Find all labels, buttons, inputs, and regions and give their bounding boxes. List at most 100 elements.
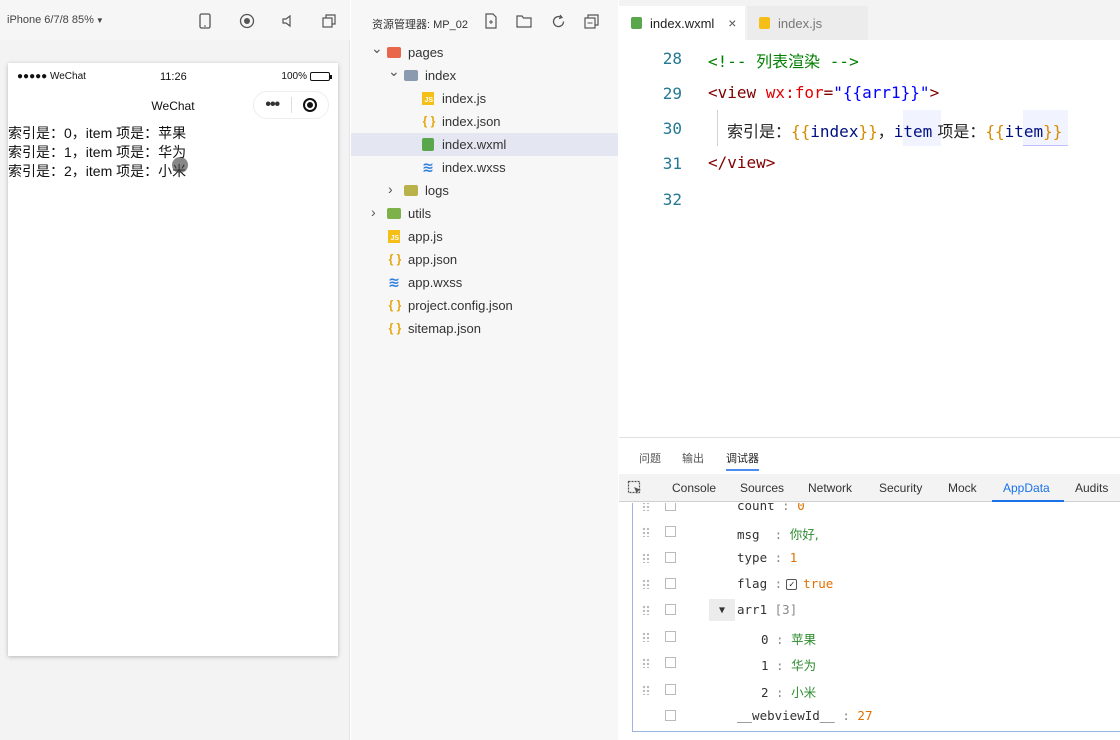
data-value[interactable]: 1 bbox=[790, 550, 798, 565]
data-value[interactable]: 27 bbox=[857, 708, 872, 723]
drag-handle-icon[interactable] bbox=[642, 632, 650, 642]
row-checkbox[interactable] bbox=[665, 657, 676, 668]
tab-network[interactable]: Network bbox=[808, 481, 852, 495]
row-checkbox[interactable] bbox=[665, 710, 676, 721]
tree-item-label: pages bbox=[408, 45, 444, 60]
array-length: [3] bbox=[774, 602, 798, 617]
drag-handle-icon[interactable] bbox=[642, 605, 650, 615]
tab-mock[interactable]: Mock bbox=[948, 481, 977, 495]
status-carrier: ●●●●● WeChat bbox=[17, 71, 86, 82]
drag-handle-icon[interactable] bbox=[642, 527, 650, 537]
js-file-icon bbox=[759, 17, 770, 29]
multi-window-icon[interactable] bbox=[320, 12, 338, 30]
chevron-right-icon[interactable]: › bbox=[388, 181, 398, 197]
tab-debugger[interactable]: 调试器 bbox=[726, 450, 759, 471]
row-checkbox[interactable] bbox=[665, 684, 676, 695]
code-line: 32 bbox=[619, 181, 1120, 217]
chevron-down-icon[interactable]: ⌄ bbox=[388, 63, 400, 80]
data-row-count: count : 0 bbox=[633, 503, 1120, 519]
drag-handle-icon[interactable] bbox=[642, 658, 650, 668]
explorer-header: 资源管理器: MP_02 bbox=[351, 0, 618, 40]
tree-item-label: app.json bbox=[408, 252, 458, 267]
row-checkbox[interactable] bbox=[665, 526, 676, 537]
data-key: count bbox=[737, 503, 775, 513]
json-file-icon: { } bbox=[388, 298, 402, 312]
data-value[interactable]: 你好, bbox=[790, 527, 819, 542]
line-number: 31 bbox=[662, 154, 682, 173]
tree-item-logs[interactable]: › logs bbox=[351, 179, 618, 202]
tree-item-label: sitemap.json bbox=[408, 321, 481, 336]
tree-item-label: index.js bbox=[442, 91, 487, 106]
data-row-arr-item: 1 : 华为 bbox=[633, 650, 1120, 676]
row-checkbox[interactable] bbox=[665, 503, 676, 511]
tab-console[interactable]: Console bbox=[672, 481, 716, 495]
data-key: __webviewId__ bbox=[737, 708, 835, 723]
tree-item-index-json[interactable]: { } index.json bbox=[351, 110, 618, 133]
devtools-tabs: Console Sources Network Security Mock Ap… bbox=[619, 474, 1120, 502]
wxss-file-icon: ≋ bbox=[388, 273, 400, 290]
tree-item-sitemap-json[interactable]: { } sitemap.json bbox=[351, 317, 618, 340]
device-selector[interactable]: iPhone 6/7/8 85% ▼ bbox=[7, 14, 104, 26]
tree-item-pages[interactable]: ⌄ pages bbox=[351, 40, 618, 64]
new-file-icon[interactable] bbox=[482, 12, 500, 30]
row-checkbox[interactable] bbox=[665, 578, 676, 589]
code-comment: <!-- 列表渲染 --> bbox=[708, 52, 859, 71]
data-value[interactable]: 华为 bbox=[791, 658, 816, 673]
row-checkbox[interactable] bbox=[665, 552, 676, 563]
tree-item-index-wxss[interactable]: ≋ index.wxss bbox=[351, 156, 618, 179]
drag-handle-icon[interactable] bbox=[642, 553, 650, 563]
data-value[interactable]: 小米 bbox=[791, 685, 816, 700]
tree-item-index[interactable]: ⌄ index bbox=[351, 63, 618, 87]
tab-index-wxml[interactable]: index.wxml × bbox=[619, 6, 745, 40]
drag-handle-icon[interactable] bbox=[642, 503, 650, 511]
tree-item-app-js[interactable]: JS app.js bbox=[351, 225, 618, 248]
tab-output[interactable]: 输出 bbox=[682, 450, 704, 466]
tree-item-project-config-json[interactable]: { } project.config.json bbox=[351, 294, 618, 317]
json-file-icon: { } bbox=[388, 321, 402, 335]
status-battery: 100% bbox=[281, 71, 332, 82]
volume-icon[interactable] bbox=[279, 12, 297, 30]
tree-item-index-wxml[interactable]: index.wxml bbox=[351, 133, 618, 156]
code-line: 28 <!-- 列表渲染 --> bbox=[619, 40, 1120, 76]
close-icon[interactable]: × bbox=[728, 15, 736, 31]
inspect-element-icon[interactable] bbox=[627, 480, 643, 496]
drag-handle-icon[interactable] bbox=[642, 685, 650, 695]
tab-appdata[interactable]: AppData bbox=[1003, 481, 1050, 495]
tab-audits[interactable]: Audits bbox=[1075, 481, 1108, 495]
tree-item-label: index.wxss bbox=[442, 160, 506, 175]
row-checkbox[interactable] bbox=[665, 604, 676, 615]
tree-item-label: project.config.json bbox=[408, 298, 513, 313]
flag-checkbox[interactable]: ✓ bbox=[786, 579, 798, 590]
tree-item-utils[interactable]: › utils bbox=[351, 202, 618, 225]
expand-toggle-icon[interactable]: ▼ bbox=[709, 599, 735, 621]
wxml-file-icon bbox=[421, 137, 435, 151]
active-tab-underline bbox=[992, 500, 1064, 502]
row-checkbox[interactable] bbox=[665, 631, 676, 642]
device-label: iPhone 6/7/8 85% bbox=[7, 14, 94, 26]
tree-item-app-wxss[interactable]: ≋ app.wxss bbox=[351, 271, 618, 294]
phone-icon[interactable] bbox=[196, 12, 214, 30]
data-key[interactable]: arr1 bbox=[737, 602, 767, 617]
data-value[interactable]: 苹果 bbox=[791, 632, 816, 647]
chevron-down-icon[interactable]: ⌄ bbox=[371, 40, 383, 57]
tree-item-app-json[interactable]: { } app.json bbox=[351, 248, 618, 271]
more-icon[interactable]: ••• bbox=[254, 96, 291, 114]
data-value[interactable]: 0 bbox=[797, 503, 805, 513]
line-number: 32 bbox=[662, 190, 682, 209]
chevron-right-icon[interactable]: › bbox=[371, 204, 381, 220]
record-icon[interactable] bbox=[238, 12, 256, 30]
tab-security[interactable]: Security bbox=[879, 481, 922, 495]
collapse-all-icon[interactable] bbox=[582, 12, 600, 30]
rendered-list: 索引是：0，item 项是：苹果 索引是：1，item 项是：华为 索引是：2，… bbox=[8, 124, 186, 181]
drag-handle-icon[interactable] bbox=[642, 579, 650, 589]
tab-sources[interactable]: Sources bbox=[740, 481, 784, 495]
tab-problems[interactable]: 问题 bbox=[639, 450, 661, 466]
tab-index-js[interactable]: index.js bbox=[747, 6, 868, 40]
close-miniprogram-icon[interactable] bbox=[291, 98, 328, 112]
refresh-icon[interactable] bbox=[549, 12, 567, 30]
new-folder-icon[interactable] bbox=[515, 12, 533, 30]
tree-item-index-js[interactable]: JS index.js bbox=[351, 87, 618, 110]
tree-item-label: index.wxml bbox=[442, 137, 507, 152]
editor-tabs: index.wxml × index.js bbox=[619, 0, 1120, 40]
tree-item-label: utils bbox=[408, 206, 432, 221]
